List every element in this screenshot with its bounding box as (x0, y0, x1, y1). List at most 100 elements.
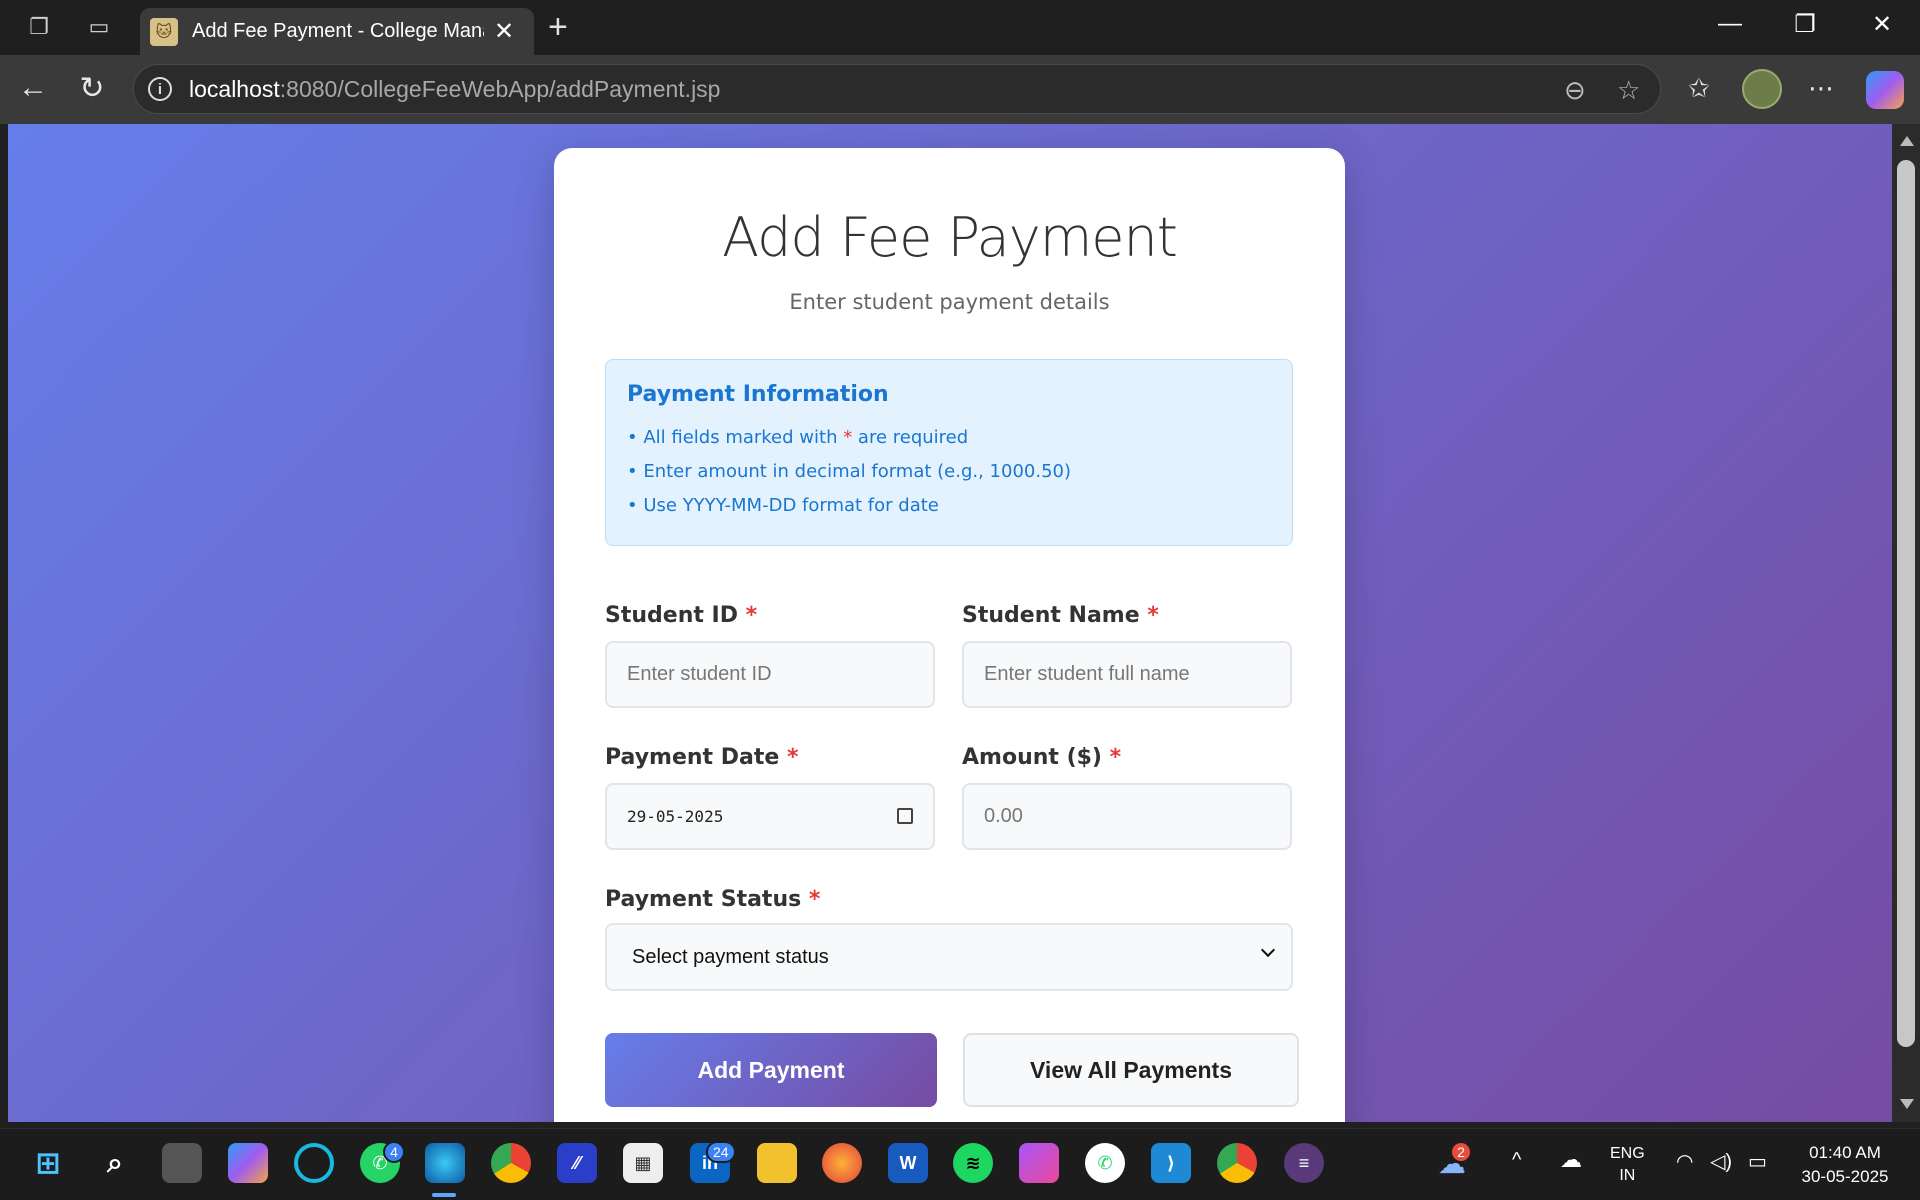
favorites-icon[interactable]: ✩ (1688, 73, 1710, 104)
windows-taskbar: ⊞ ⌕ ✆ 4 ⁄⁄ ▦ in 24 W ≋ ✆ ⟩ ≡ ☁ 2 ^ ☁ ENG… (0, 1128, 1920, 1200)
tomcat-icon: 🐱 (150, 17, 178, 46)
chrome-profile-icon[interactable] (1217, 1143, 1257, 1183)
task-view-icon[interactable] (162, 1143, 202, 1183)
back-icon[interactable]: ← (13, 71, 53, 105)
ide-icon[interactable]: ⁄⁄ (557, 1143, 597, 1183)
tab-close-icon[interactable]: ✕ (494, 17, 514, 46)
language-line2: IN (1619, 1167, 1636, 1184)
firefox-icon[interactable] (822, 1143, 862, 1183)
address-path: :8080/CollegeFeeWebApp/addPayment.jsp (279, 76, 721, 102)
clipchamp-icon[interactable] (1019, 1143, 1059, 1183)
page-viewport: Add Fee Payment Enter student payment de… (8, 124, 1892, 1122)
minimize-icon[interactable]: — (1710, 10, 1750, 38)
zoom-out-icon[interactable]: ⊖ (1564, 75, 1586, 106)
payment-info-box: Payment Information • All fields marked … (605, 359, 1293, 546)
chrome-icon[interactable] (491, 1143, 531, 1183)
clock-time: 01:40 AM (1809, 1143, 1881, 1162)
more-menu-icon[interactable]: ⋯ (1808, 73, 1834, 104)
view-all-payments-button[interactable]: View All Payments (963, 1033, 1299, 1107)
address-bar[interactable]: i localhost:8080/CollegeFeeWebApp/addPay… (133, 64, 1661, 114)
amount-input[interactable]: 0.00 (962, 783, 1292, 850)
word-icon[interactable]: W (888, 1143, 928, 1183)
copilot-icon[interactable] (1866, 71, 1904, 109)
info-item-required-prefix: • All fields marked with (627, 427, 844, 448)
linkedin-badge: 24 (706, 1141, 736, 1163)
scroll-down-icon[interactable] (1900, 1099, 1914, 1109)
amount-required-star: * (1109, 745, 1122, 770)
payment-date-value: 29-05-2025 (627, 807, 724, 826)
amount-label-text: Amount ($) (962, 745, 1102, 770)
wifi-icon[interactable]: ◠ (1676, 1149, 1693, 1174)
payment-date-input[interactable]: 29-05-2025 (605, 783, 935, 850)
payment-date-label-text: Payment Date (605, 745, 780, 770)
browser-tabbar: ❐ ▭ 🐱 Add Fee Payment - College Mana ✕ +… (0, 0, 1920, 55)
search-icon[interactable]: ⌕ (95, 1143, 135, 1183)
student-id-label: Student ID * (605, 603, 757, 628)
whatsapp-icon[interactable]: ✆ (1085, 1143, 1125, 1183)
profile-avatar[interactable] (1742, 69, 1782, 109)
active-app-indicator (432, 1193, 456, 1197)
clock[interactable]: 01:40 AM 30-05-2025 (1790, 1141, 1900, 1189)
scroll-up-icon[interactable] (1900, 136, 1914, 146)
payment-form-card: Add Fee Payment Enter student payment de… (554, 148, 1345, 1122)
chevron-down-icon (1260, 942, 1276, 958)
site-info-icon[interactable]: i (148, 77, 172, 101)
browser-toolbar: ← ↻ i localhost:8080/CollegeFeeWebApp/ad… (0, 55, 1920, 124)
copilot-app-icon[interactable] (228, 1143, 268, 1183)
student-id-label-text: Student ID (605, 603, 738, 628)
page-scrollbar[interactable] (1892, 124, 1920, 1122)
payment-status-required-star: * (808, 887, 821, 912)
student-id-required-star: * (745, 603, 758, 628)
volume-icon[interactable]: ◁) (1710, 1149, 1732, 1174)
alexa-icon[interactable] (294, 1143, 334, 1183)
favorite-star-icon[interactable]: ☆ (1617, 75, 1640, 106)
payment-date-required-star: * (786, 745, 799, 770)
close-window-icon[interactable]: ✕ (1862, 10, 1902, 39)
student-id-input[interactable]: Enter student ID (605, 641, 935, 708)
refresh-icon[interactable]: ↻ (72, 71, 112, 106)
vertical-tabs-icon[interactable]: ▭ (84, 12, 114, 42)
language-line1: ENG (1610, 1145, 1645, 1162)
info-item-required-suffix: are required (852, 427, 969, 448)
tab-title: Add Fee Payment - College Mana (192, 20, 484, 42)
student-name-label: Student Name * (962, 603, 1159, 628)
store-icon[interactable]: ▦ (623, 1143, 663, 1183)
info-heading: Payment Information (627, 382, 889, 407)
restore-icon[interactable]: ❐ (1785, 10, 1825, 39)
student-name-label-text: Student Name (962, 603, 1140, 628)
eclipse-icon[interactable]: ≡ (1284, 1143, 1324, 1183)
address-host: localhost (189, 76, 280, 102)
battery-icon[interactable]: ▭ (1748, 1149, 1767, 1174)
calendar-icon[interactable] (897, 808, 913, 824)
file-explorer-icon[interactable] (757, 1143, 797, 1183)
page-subtitle: Enter student payment details (789, 290, 1110, 314)
onedrive-icon[interactable]: ☁ (1560, 1147, 1582, 1173)
payment-date-label: Payment Date * (605, 745, 798, 770)
clock-date: 30-05-2025 (1801, 1167, 1889, 1186)
payment-status-label: Payment Status * (605, 887, 820, 912)
payment-status-select[interactable]: Select payment status (605, 923, 1293, 991)
add-payment-button[interactable]: Add Payment (605, 1033, 937, 1107)
tray-overflow-icon[interactable]: ^ (1512, 1149, 1521, 1172)
payment-status-label-text: Payment Status (605, 887, 802, 912)
edge-icon[interactable] (425, 1143, 465, 1183)
new-tab-icon[interactable]: + (548, 8, 568, 47)
scrollbar-thumb[interactable] (1897, 160, 1915, 1047)
language-indicator[interactable]: ENG IN (1610, 1143, 1645, 1187)
page-title: Add Fee Payment (722, 206, 1178, 269)
browser-tab-active[interactable]: 🐱 Add Fee Payment - College Mana ✕ (140, 8, 534, 55)
weather-badge: 2 (1450, 1141, 1472, 1163)
payment-status-selected: Select payment status (632, 945, 829, 968)
start-windows-icon[interactable]: ⊞ (28, 1143, 68, 1183)
student-name-input[interactable]: Enter student full name (962, 641, 1292, 708)
vscode-icon[interactable]: ⟩ (1151, 1143, 1191, 1183)
info-required-star: * (843, 427, 853, 448)
info-item-amount: • Enter amount in decimal format (e.g., … (627, 461, 1072, 482)
spotify-icon[interactable]: ≋ (953, 1143, 993, 1183)
whatsapp-badge: 4 (383, 1141, 405, 1163)
student-name-required-star: * (1147, 603, 1159, 628)
address-url[interactable]: localhost:8080/CollegeFeeWebApp/addPayme… (189, 76, 720, 103)
workspaces-icon[interactable]: ❐ (24, 12, 54, 42)
amount-label: Amount ($) * (962, 745, 1121, 770)
info-item-required: • All fields marked with * are required (627, 421, 1271, 455)
